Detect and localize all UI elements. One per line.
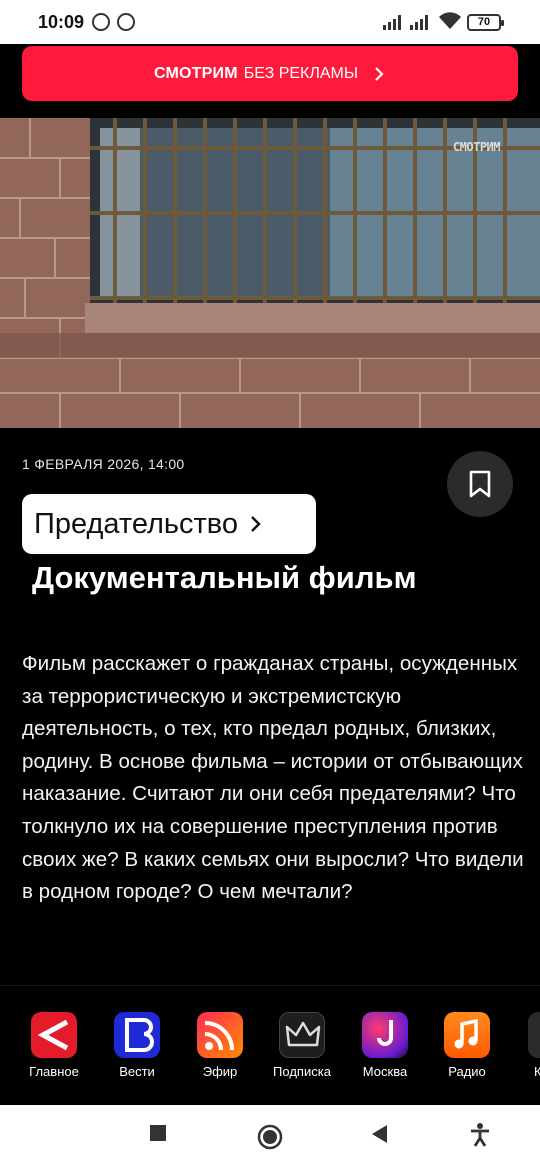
- hero-watermark: СМОТРИМ: [452, 140, 501, 154]
- nav-item-subscription[interactable]: Подписка: [262, 1012, 342, 1079]
- status-bar: 10:09 70: [0, 0, 540, 44]
- signal-icon: [383, 14, 401, 30]
- music-note-icon: [444, 1012, 490, 1058]
- recents-button[interactable]: [150, 1125, 166, 1141]
- hero-illustration: [0, 118, 540, 428]
- promo-text: БЕЗ РЕКЛАМЫ: [243, 64, 359, 82]
- promo-brand: СМОТРИМ: [153, 64, 238, 82]
- publish-date: 1 ФЕВРАЛЯ 2026, 14:00: [22, 456, 185, 472]
- nav-label: Эфир: [202, 1064, 238, 1079]
- bookmark-button[interactable]: [447, 451, 513, 517]
- wifi-icon: [439, 12, 461, 29]
- accessibility-icon[interactable]: [470, 1123, 490, 1147]
- article-title: Предательство: [34, 507, 239, 540]
- system-nav-bar: [0, 1105, 540, 1170]
- nav-item-vesti[interactable]: Вести: [97, 1012, 177, 1079]
- nav-label: К: [534, 1064, 540, 1079]
- promo-banner-button[interactable]: СМОТРИМ БЕЗ РЕКЛАМЫ: [22, 46, 518, 101]
- crown-icon: [279, 1012, 325, 1058]
- moscow-icon: [362, 1012, 408, 1058]
- nav-label: Москва: [362, 1064, 408, 1079]
- bookmark-icon: [469, 470, 491, 498]
- more-icon: [528, 1012, 540, 1058]
- article-subtitle: Документальный фильм: [32, 560, 417, 595]
- broadcast-icon: [197, 1012, 243, 1058]
- nav-item-moscow[interactable]: Москва: [345, 1012, 425, 1079]
- hero-image: СМОТРИМ: [0, 118, 540, 428]
- nav-item-main[interactable]: Главное: [14, 1012, 94, 1079]
- back-button[interactable]: [372, 1125, 388, 1143]
- nav-label: Радио: [448, 1064, 486, 1079]
- nav-label: Подписка: [273, 1064, 331, 1079]
- nav-item-more[interactable]: К: [509, 1012, 540, 1079]
- battery-icon: 70: [467, 14, 504, 31]
- article-description: Фильм расскажет о гражданах страны, осуж…: [22, 652, 524, 904]
- alarm-icon: [92, 13, 110, 31]
- promo-area: СМОТРИМ БЕЗ РЕКЛАМЫ: [0, 44, 540, 118]
- title-chip-button[interactable]: Предательство: [22, 494, 316, 554]
- nav-label: Вести: [119, 1064, 155, 1079]
- chevron-right-icon: [251, 516, 261, 532]
- signal-icon: [410, 14, 428, 30]
- nav-item-radio[interactable]: Радио: [427, 1012, 507, 1079]
- chevron-right-icon: [375, 66, 384, 81]
- status-time: 10:09: [38, 12, 85, 32]
- smotrim-main-icon: [31, 1012, 77, 1058]
- nav-label: Главное: [29, 1064, 79, 1079]
- home-button[interactable]: [257, 1124, 283, 1150]
- whatsapp-icon: [117, 13, 135, 31]
- bottom-nav: Главное Вести Эфир Подписка Москва Радио…: [0, 985, 540, 1105]
- vesti-icon: [114, 1012, 160, 1058]
- nav-item-broadcast[interactable]: Эфир: [180, 1012, 260, 1079]
